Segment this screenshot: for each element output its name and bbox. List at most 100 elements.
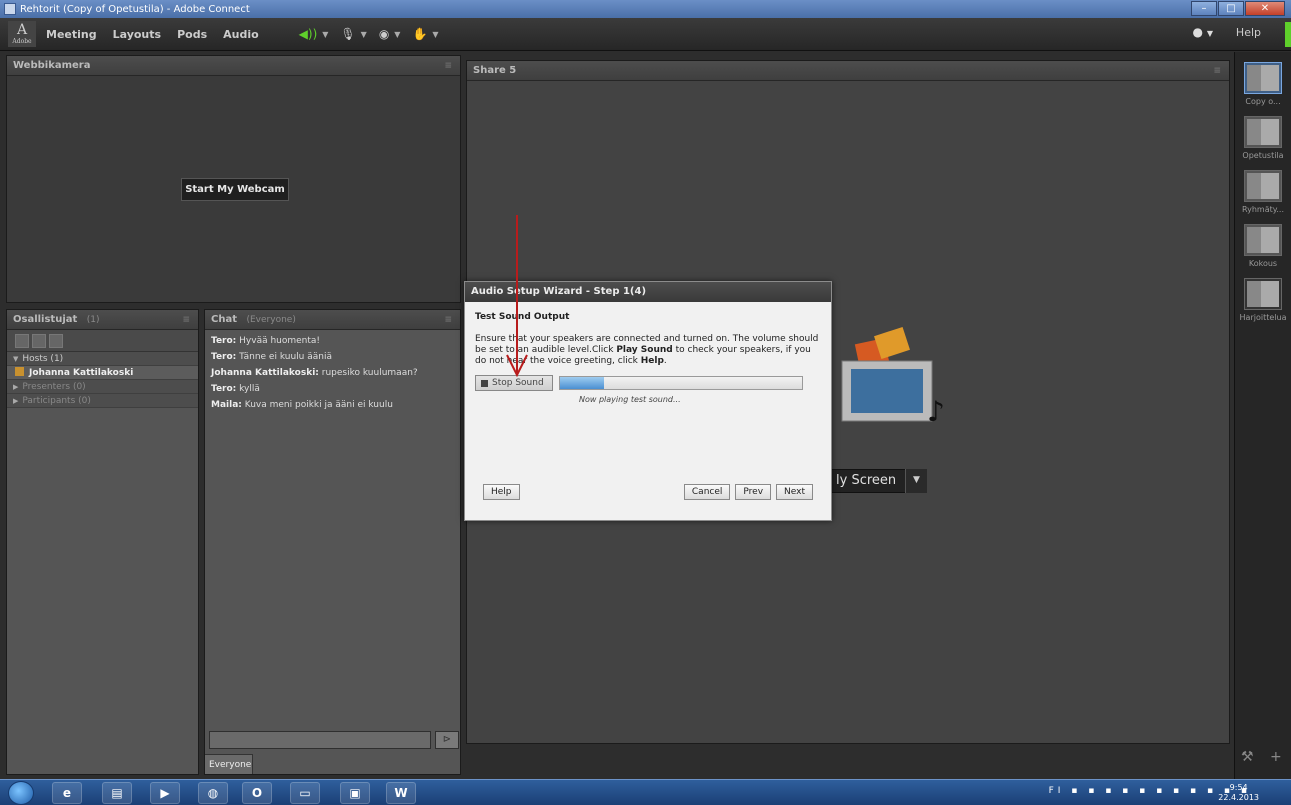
- raise-hand-icon: ✋: [412, 27, 428, 41]
- role-view-icon[interactable]: [49, 333, 63, 348]
- hosts-group[interactable]: ▼ Hosts (1): [7, 352, 198, 366]
- layout-thumbnail: [1244, 62, 1282, 94]
- chat-tab-everyone[interactable]: Everyone: [205, 754, 253, 774]
- pod-title: Osallistujat: [13, 314, 78, 325]
- attendees-pod: Osallistujat (1) ≡ ▼ Hosts (1) Johanna Ka…: [6, 309, 199, 775]
- firefox-icon[interactable]: ◍: [198, 782, 228, 804]
- info-icon: ●: [1192, 25, 1204, 39]
- media-player-icon[interactable]: ▶: [150, 782, 180, 804]
- chat-pod: Chat (Everyone) ≡ Tero: Hyvää huomenta! …: [204, 309, 461, 775]
- pod-header: Osallistujat (1) ≡: [7, 310, 198, 330]
- window-title: Rehtorit (Copy of Opetustila) - Adobe Co…: [20, 3, 250, 15]
- chat-messages: Tero: Hyvää huomenta! Tero: Tänne ei kuu…: [205, 330, 460, 422]
- stop-icon: [481, 379, 488, 387]
- microphone-button[interactable]: 🎙 ▼: [336, 24, 370, 44]
- layout-thumbnail: [1244, 116, 1282, 148]
- windows-taskbar: e ▤ ▶ ◍ O ▭ ▣ W FI ▪ ▪ ▪ ▪ ▪ ▪ ▪ ▪ ▪ ▪ ▪…: [0, 779, 1291, 805]
- layout-item[interactable]: Opetustila: [1239, 116, 1287, 160]
- menu-layouts[interactable]: Layouts: [113, 28, 161, 41]
- file-explorer-icon[interactable]: ▤: [102, 782, 132, 804]
- adobe-connect-task-icon[interactable]: ▣: [340, 782, 370, 804]
- folder-icon[interactable]: ▭: [290, 782, 320, 804]
- share-illustration-icon: ♪: [841, 326, 945, 428]
- pod-header: Share 5 ≡: [467, 61, 1229, 81]
- webcam-pod: Webbikamera ≡ Start My Webcam: [6, 55, 461, 303]
- chevron-down-icon: ▼: [13, 355, 19, 363]
- help-button[interactable]: Help: [483, 484, 520, 500]
- chat-message: Tero: kyllä: [211, 384, 260, 394]
- pod-title: Webbikamera: [13, 60, 91, 71]
- chat-send-button[interactable]: ⊳: [435, 731, 459, 749]
- chat-input-row: ⊳: [209, 731, 459, 751]
- menu-pods[interactable]: Pods: [177, 28, 207, 41]
- stop-sound-button[interactable]: Stop Sound: [475, 375, 553, 391]
- chat-message: Maila: Kuva meni poikki ja ääni ei kuulu: [211, 400, 393, 410]
- add-layout-icon[interactable]: +: [1270, 749, 1282, 765]
- layout-item[interactable]: Ryhmäty...: [1239, 170, 1287, 214]
- chevron-right-icon: ▶: [13, 383, 19, 391]
- pod-menu-icon[interactable]: ≡: [444, 56, 452, 76]
- presenters-group[interactable]: ▶ Presenters (0): [7, 380, 198, 394]
- layout-item[interactable]: Harjoittelua: [1239, 278, 1287, 322]
- layout-item[interactable]: Copy o...: [1239, 62, 1287, 106]
- close-button[interactable]: ✕: [1245, 1, 1285, 16]
- minimize-button[interactable]: –: [1191, 1, 1217, 16]
- pod-title: Share 5: [473, 65, 517, 76]
- svg-text:♪: ♪: [927, 395, 945, 428]
- outlook-icon[interactable]: O: [242, 782, 272, 804]
- pod-menu-icon[interactable]: ≡: [444, 310, 452, 330]
- layout-item[interactable]: Kokous: [1239, 224, 1287, 268]
- pod-menu-icon[interactable]: ≡: [1213, 61, 1221, 81]
- speaker-icon: ◀)): [298, 27, 318, 41]
- toolbar-audio-video: ◀)) ▼ 🎙 ▼ ◉ ▼ ✋ ▼: [295, 24, 447, 44]
- info-menu-button[interactable]: ● ▼: [1193, 25, 1213, 39]
- start-webcam-button[interactable]: Start My Webcam: [181, 178, 289, 201]
- participants-group[interactable]: ▶ Participants (0): [7, 394, 198, 408]
- share-options-button[interactable]: ▼: [905, 469, 927, 493]
- tools-icon[interactable]: ⚒: [1241, 749, 1254, 765]
- attendee-row[interactable]: Johanna Kattilakoski: [7, 366, 198, 380]
- sound-test-row: Stop Sound: [475, 375, 821, 391]
- pod-menu-icon[interactable]: ≡: [182, 310, 190, 330]
- chat-message: Tero: Tänne ei kuulu ääniä: [211, 352, 332, 362]
- menubar: A Adobe Meeting Layouts Pods Audio ◀)) ▼ 🎙…: [0, 18, 1291, 51]
- internet-explorer-icon[interactable]: e: [52, 782, 82, 804]
- list-view-icon[interactable]: [15, 333, 29, 348]
- window-controls: – □ ✕: [1190, 1, 1285, 16]
- cancel-button[interactable]: Cancel: [683, 484, 731, 500]
- app-root: Rehtorit (Copy of Opetustila) - Adobe Co…: [0, 0, 1291, 805]
- maximize-button[interactable]: □: [1218, 1, 1244, 16]
- help-menu[interactable]: Help: [1236, 26, 1261, 39]
- window-titlebar: Rehtorit (Copy of Opetustila) - Adobe Co…: [0, 0, 1291, 18]
- next-button[interactable]: Next: [776, 484, 813, 500]
- status-indicator: [1285, 22, 1291, 47]
- layouts-bar: Copy o... Opetustila Ryhmäty... Kokous H…: [1234, 52, 1291, 779]
- annotation-arrow-icon: [506, 215, 528, 377]
- layout-tools: ⚒ +: [1241, 749, 1282, 765]
- chevron-down-icon: ▼: [394, 29, 401, 39]
- speaker-button[interactable]: ◀)) ▼: [295, 24, 333, 44]
- pod-header: Webbikamera ≡: [7, 56, 460, 76]
- menu-meeting[interactable]: Meeting: [46, 28, 97, 41]
- start-button[interactable]: [8, 781, 34, 805]
- grid-view-icon[interactable]: [32, 333, 46, 348]
- chevron-down-icon: ▼: [432, 29, 439, 39]
- send-icon: ⊳: [442, 734, 452, 745]
- layout-thumbnail: [1244, 170, 1282, 202]
- chevron-down-icon: ▼: [913, 475, 920, 485]
- adobe-logo-icon: A Adobe: [8, 21, 36, 47]
- word-icon[interactable]: W: [386, 782, 416, 804]
- menu-audio[interactable]: Audio: [223, 28, 259, 41]
- dialog-footer: Help Cancel Prev Next: [483, 484, 813, 500]
- chat-message: Johanna Kattilakoski: rupesiko kuulumaan…: [211, 368, 418, 378]
- chat-input[interactable]: [209, 731, 431, 749]
- playback-progress-bar: [559, 376, 803, 390]
- attendee-toolbar: [7, 330, 198, 352]
- chevron-right-icon: ▶: [13, 397, 19, 405]
- attendee-count: (1): [86, 315, 100, 325]
- raise-hand-button[interactable]: ✋ ▼: [408, 24, 442, 44]
- chat-message: Tero: Hyvää huomenta!: [211, 336, 321, 346]
- webcam-button[interactable]: ◉ ▼: [375, 24, 405, 44]
- pod-header: Chat (Everyone) ≡: [205, 310, 460, 330]
- prev-button[interactable]: Prev: [735, 484, 772, 500]
